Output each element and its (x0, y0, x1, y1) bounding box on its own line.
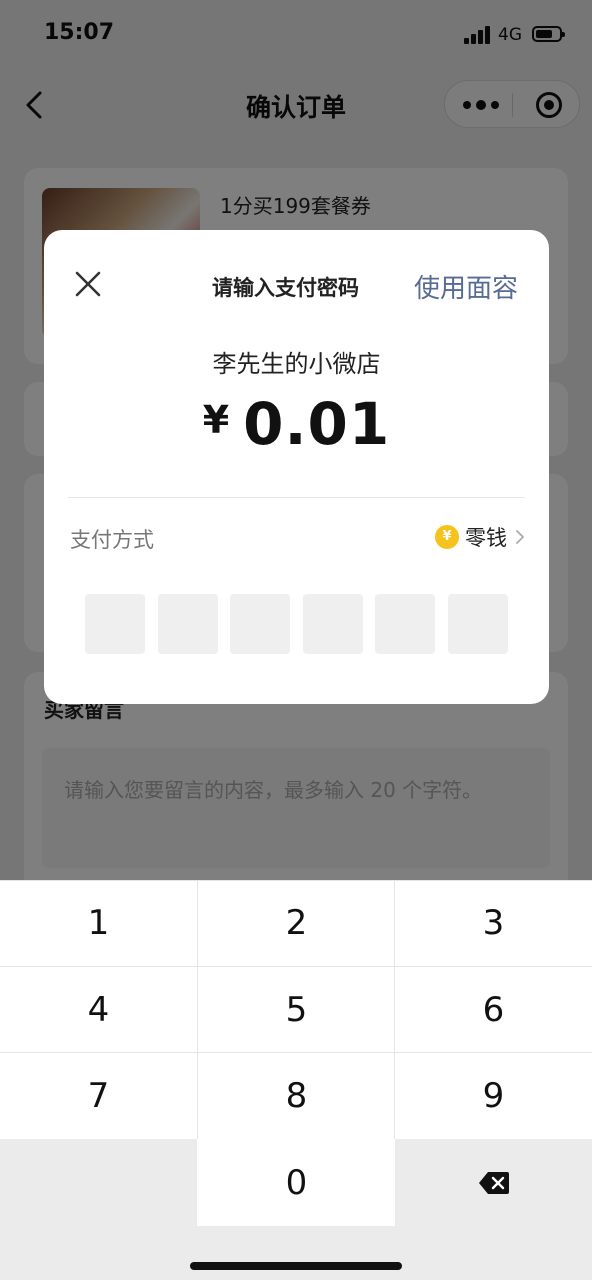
amount-row: ¥0.01 (44, 390, 549, 458)
delete-key[interactable] (395, 1139, 592, 1226)
pin-digit-box (302, 594, 363, 654)
currency-symbol: ¥ (202, 398, 230, 442)
key-7[interactable]: 7 (0, 1053, 197, 1139)
pin-digit-box (230, 594, 290, 654)
chevron-right-icon (516, 530, 524, 544)
key-5[interactable]: 5 (198, 967, 395, 1053)
keypad-line (0, 966, 592, 967)
number-keypad: 1 2 3 4 5 6 7 8 9 0 (0, 880, 592, 1280)
use-face-id-link[interactable]: 使用面容 (414, 268, 518, 305)
key-9[interactable]: 9 (395, 1053, 592, 1139)
payment-method-selector[interactable]: ¥ 零钱 (435, 522, 525, 552)
pin-digit-box (85, 594, 145, 654)
key-2[interactable]: 2 (198, 880, 395, 966)
keypad-line (0, 1052, 592, 1053)
payment-amount: 0.01 (243, 390, 391, 458)
divider (68, 497, 525, 498)
pin-input[interactable] (85, 594, 508, 654)
keypad-line (394, 880, 395, 1139)
key-3[interactable]: 3 (395, 880, 592, 966)
home-indicator (190, 1262, 402, 1270)
backspace-icon (478, 1171, 509, 1194)
keypad-bottom (0, 1226, 592, 1280)
keypad-line (0, 880, 592, 881)
merchant-name: 李先生的小微店 (212, 350, 381, 378)
key-1[interactable]: 1 (0, 880, 197, 966)
key-6[interactable]: 6 (395, 967, 592, 1053)
keypad-line (197, 880, 198, 1139)
close-icon[interactable] (74, 270, 102, 298)
payment-method-name: 零钱 (465, 526, 507, 550)
coin-icon: ¥ (435, 525, 459, 549)
payment-dialog: 请输入支付密码 使用面容 李先生的小微店 ¥0.01 支付方式 ¥ 零钱 (44, 230, 549, 704)
dialog-title: 请输入支付密码 (212, 276, 359, 300)
pin-digit-box (375, 594, 435, 654)
key-8[interactable]: 8 (198, 1053, 395, 1139)
key-0[interactable]: 0 (198, 1139, 395, 1226)
pin-digit-box (157, 594, 218, 654)
key-blank (0, 1139, 197, 1226)
key-4[interactable]: 4 (0, 967, 197, 1053)
payment-method-label: 支付方式 (70, 528, 154, 552)
pin-digit-box (447, 594, 508, 654)
